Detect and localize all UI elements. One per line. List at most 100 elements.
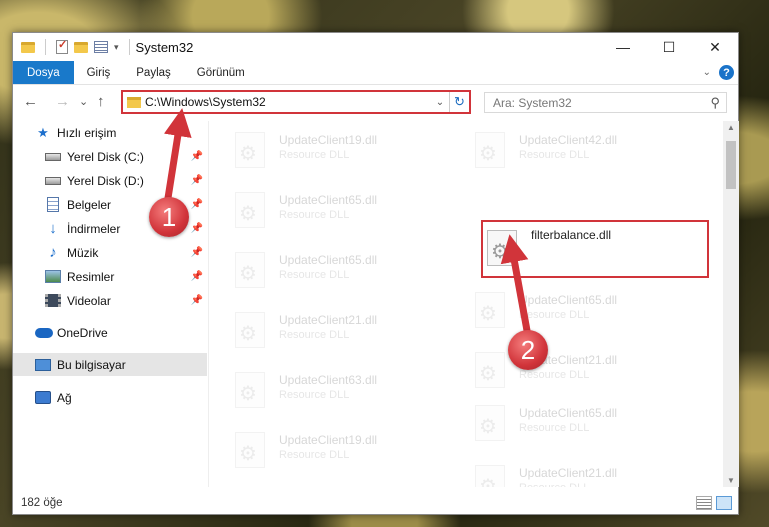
refresh-icon[interactable]: ↻ xyxy=(449,92,469,112)
file-item-filterbalance[interactable]: filterbalance.dll xyxy=(481,220,709,278)
file-name: filterbalance.dll xyxy=(531,228,612,242)
this-pc-icon xyxy=(35,358,51,371)
sidebar-item-label: OneDrive xyxy=(57,325,108,340)
downloads-icon: ↓ xyxy=(49,220,57,237)
new-folder-icon[interactable] xyxy=(74,41,88,53)
file-type: Resource DLL xyxy=(519,422,590,434)
scroll-down-icon[interactable]: ▼ xyxy=(727,476,735,485)
tab-file[interactable]: Dosya xyxy=(13,61,74,84)
file-name: UpdateClient21.dll xyxy=(279,313,378,327)
sidebar-item-this-pc[interactable]: Bu bilgisayar xyxy=(13,353,207,376)
file-type: Resource DLL xyxy=(279,389,350,401)
search-input[interactable]: Ara: System32 ⚲ xyxy=(484,92,727,113)
pictures-icon xyxy=(45,270,61,283)
file-item[interactable]: UpdateClient42.dll Resource DLL xyxy=(463,124,693,178)
dll-file-icon xyxy=(475,292,505,328)
pin-icon[interactable]: 📌 xyxy=(191,271,203,282)
address-path[interactable]: C:\Windows\System32 xyxy=(145,95,431,109)
file-item[interactable]: UpdateClient65.dll Resource DLL xyxy=(463,284,693,338)
file-item[interactable]: UpdateClient21.dll Resource DLL xyxy=(463,344,693,398)
details-view-icon[interactable] xyxy=(696,496,712,510)
sidebar-item-local-disk-c[interactable]: Yerel Disk (C:) 📌 xyxy=(13,145,207,168)
large-icons-view-icon[interactable] xyxy=(716,496,732,510)
sidebar-item-label: Hızlı erişim xyxy=(57,125,117,140)
music-icon: ♪ xyxy=(49,244,57,261)
file-item[interactable]: UpdateClient65.dll Resource DLL xyxy=(463,397,693,451)
sidebar-item-onedrive[interactable]: OneDrive xyxy=(13,321,207,344)
tab-home[interactable]: Giriş xyxy=(74,61,124,84)
file-type: Resource DLL xyxy=(279,209,350,221)
up-arrow-icon[interactable]: ↑ xyxy=(97,93,105,110)
navigation-bar: ← → ⌄ ↑ C:\Windows\System32 ⌄ ↻ Ara: Sys… xyxy=(13,88,738,118)
customize-icon[interactable] xyxy=(94,41,108,53)
tab-view[interactable]: Görünüm xyxy=(184,61,258,84)
file-item[interactable]: UpdateClient63.dll Resource DLL xyxy=(223,364,453,418)
file-item[interactable]: UpdateClient65.dll Resource DLL xyxy=(223,244,453,298)
dll-file-icon xyxy=(475,132,505,168)
tab-share[interactable]: Paylaş xyxy=(123,61,184,84)
pin-icon[interactable]: 📌 xyxy=(191,247,203,258)
file-name: UpdateClient65.dll xyxy=(279,253,378,267)
window-controls: — ☐ ✕ xyxy=(600,33,738,61)
file-item[interactable]: UpdateClient19.dll Resource DLL xyxy=(223,124,453,178)
pin-icon[interactable]: 📌 xyxy=(191,295,203,306)
pin-icon[interactable]: 📌 xyxy=(191,223,203,234)
chevron-down-icon[interactable]: ⌄ xyxy=(431,97,449,108)
file-item[interactable]: UpdateClient21.dll Resource DLL xyxy=(463,457,693,487)
sidebar-item-pictures[interactable]: Resimler 📌 xyxy=(13,265,207,288)
sidebar-item-label: İndirmeler xyxy=(67,221,121,236)
chevron-down-icon[interactable]: ⌄ xyxy=(703,67,711,78)
recent-locations-icon[interactable]: ⌄ xyxy=(79,95,88,108)
file-item[interactable]: UpdateClient19.dll Resource DLL xyxy=(223,424,453,478)
search-icon[interactable]: ⚲ xyxy=(710,95,720,111)
dll-file-icon xyxy=(235,192,265,228)
sidebar-item-label: Ağ xyxy=(57,390,72,405)
help-icon[interactable]: ? xyxy=(719,65,734,80)
pin-icon[interactable]: 📌 xyxy=(191,199,203,210)
back-arrow-icon[interactable]: ← xyxy=(23,93,38,110)
sidebar-item-label: Yerel Disk (D:) xyxy=(67,173,144,188)
pin-icon[interactable]: 📌 xyxy=(191,175,203,186)
file-type: Resource DLL xyxy=(279,449,350,461)
callout-2: 2 xyxy=(508,330,548,370)
properties-icon[interactable] xyxy=(56,38,68,54)
sidebar-item-quick-access[interactable]: ★ Hızlı erişim xyxy=(13,121,207,144)
disk-icon xyxy=(45,176,61,185)
title-bar: ▾ System32 — ☐ ✕ xyxy=(13,33,738,61)
sidebar-item-label: Videolar xyxy=(67,293,111,308)
quick-access-dropdown-icon[interactable]: ▾ xyxy=(114,42,119,53)
divider xyxy=(128,39,130,55)
vertical-scrollbar[interactable]: ▲ ▼ xyxy=(723,121,739,487)
file-type: Resource DLL xyxy=(279,149,350,161)
view-switcher xyxy=(696,496,732,510)
quick-access-toolbar: ▾ xyxy=(13,38,134,55)
dll-file-icon xyxy=(235,372,265,408)
sidebar-item-videos[interactable]: Videolar 📌 xyxy=(13,289,207,312)
documents-icon xyxy=(47,197,59,212)
file-type: Resource DLL xyxy=(279,329,350,341)
dll-file-icon xyxy=(487,230,517,266)
pin-icon[interactable]: 📌 xyxy=(191,151,203,162)
minimize-button[interactable]: — xyxy=(600,33,646,61)
close-button[interactable]: ✕ xyxy=(692,33,738,61)
file-item[interactable]: UpdateClient65.dll Resource DLL xyxy=(223,184,453,238)
maximize-button[interactable]: ☐ xyxy=(646,33,692,61)
sidebar-item-music[interactable]: ♪ Müzik 📌 xyxy=(13,241,207,264)
item-count: 182 öğe xyxy=(21,497,63,509)
scroll-up-icon[interactable]: ▲ xyxy=(727,123,735,132)
scrollbar-thumb[interactable] xyxy=(726,141,736,189)
dll-file-icon xyxy=(235,132,265,168)
dll-file-icon xyxy=(235,432,265,468)
dll-file-icon xyxy=(475,352,505,388)
sidebar-item-label: Bu bilgisayar xyxy=(57,357,126,372)
disk-icon xyxy=(45,152,61,161)
file-name: UpdateClient65.dll xyxy=(519,293,618,307)
sidebar-item-network[interactable]: Ağ xyxy=(13,386,207,409)
ribbon-tabs: Dosya Giriş Paylaş Görünüm ⌄ ? xyxy=(13,61,738,85)
file-item[interactable]: UpdateClient21.dll Resource DLL xyxy=(223,304,453,358)
forward-arrow-icon[interactable]: → xyxy=(55,93,70,110)
dll-file-icon xyxy=(235,252,265,288)
sidebar-item-local-disk-d[interactable]: Yerel Disk (D:) 📌 xyxy=(13,169,207,192)
file-name: UpdateClient19.dll xyxy=(279,133,378,147)
address-bar[interactable]: C:\Windows\System32 ⌄ ↻ xyxy=(121,90,471,114)
